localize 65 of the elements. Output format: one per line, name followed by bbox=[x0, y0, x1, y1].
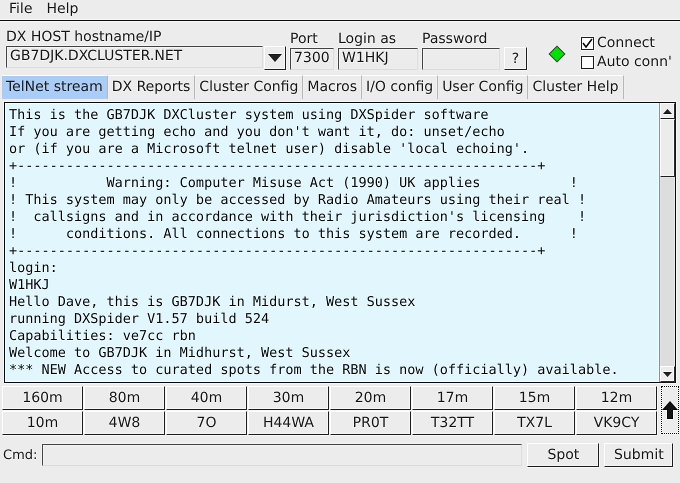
band-button[interactable]: PR0T bbox=[330, 411, 411, 435]
stream-line: *** NEW Access to curated spots from the RBN is now (officially) available. bbox=[9, 362, 620, 379]
stream-line: Welcome to GB7DJK in Midhurst, West Sussex bbox=[9, 345, 352, 362]
stream-line: ! conditions. All connections to this system are recorded. ! bbox=[9, 226, 579, 243]
port-label: Port bbox=[290, 31, 319, 48]
band-button[interactable]: 17m bbox=[412, 386, 493, 410]
band-button[interactable]: H44WA bbox=[248, 411, 329, 435]
password-field[interactable] bbox=[422, 48, 500, 70]
stream-line: W1HKJ bbox=[9, 277, 51, 294]
scroll-up-icon bbox=[663, 108, 672, 114]
band-button[interactable]: 10m bbox=[2, 411, 83, 435]
band-button[interactable]: 15m bbox=[494, 386, 575, 410]
tab[interactable]: I/O config bbox=[362, 75, 438, 99]
tab[interactable]: User Config bbox=[438, 75, 528, 99]
band-button[interactable]: 30m bbox=[248, 386, 329, 410]
band-button[interactable]: 4W8 bbox=[84, 411, 165, 435]
host-label: DX HOST hostname/IP bbox=[6, 29, 162, 46]
band-button[interactable]: TX7L bbox=[494, 411, 575, 435]
band-button[interactable]: 12m bbox=[576, 386, 657, 410]
checkmark-icon bbox=[582, 38, 593, 49]
command-label: Cmd: bbox=[3, 446, 38, 464]
caret-icon bbox=[268, 54, 282, 62]
tab[interactable]: Cluster Help bbox=[528, 75, 624, 99]
scroll-top-button[interactable] bbox=[661, 386, 679, 434]
menu-item[interactable]: File bbox=[4, 0, 38, 20]
host-field[interactable]: GB7DJK.DXCLUSTER.NET bbox=[6, 46, 263, 68]
stream-line: Capabilities: ve7cc rbn bbox=[9, 328, 197, 345]
scroll-thumb[interactable] bbox=[660, 119, 675, 177]
option-checkbox[interactable]: Auto conn' bbox=[581, 53, 672, 72]
stream-line: or (if you are a Microsoft telnet user) disable 'local echoing'. bbox=[9, 141, 530, 158]
password-label: Password bbox=[422, 31, 488, 48]
scrollbar[interactable] bbox=[659, 103, 675, 382]
band-button[interactable]: 160m bbox=[2, 386, 83, 410]
band-button[interactable]: 20m bbox=[330, 386, 411, 410]
menu-item[interactable]: Help bbox=[41, 0, 84, 20]
stream-line: running DXSpider V1.57 build 524 bbox=[9, 311, 270, 328]
tab[interactable]: DX Reports bbox=[108, 75, 196, 99]
login-label: Login as bbox=[338, 31, 398, 48]
scroll-down-icon bbox=[663, 372, 672, 376]
band-button[interactable]: 7O bbox=[166, 411, 247, 435]
stream-line: This is the GB7DJK DXCluster system using DXSpider software bbox=[9, 107, 490, 124]
command-button[interactable]: Spot bbox=[527, 443, 600, 467]
band-button[interactable]: T32TT bbox=[412, 411, 493, 435]
stream-line: +----------------------------------------------------------------+ bbox=[9, 243, 546, 260]
stream-line: login: bbox=[9, 260, 59, 277]
tab[interactable]: Cluster Config bbox=[195, 75, 304, 99]
stream-line: ! This system may only be accessed by Radio Amateurs using their real ! bbox=[9, 192, 588, 209]
tab[interactable]: Macros bbox=[303, 75, 362, 99]
stream-line: Hello Dave, this is GB7DJK in Midurst, West Sussex bbox=[9, 294, 416, 311]
command-field[interactable] bbox=[42, 444, 522, 466]
band-button[interactable]: VK9CY bbox=[576, 411, 657, 435]
band-button[interactable]: 40m bbox=[166, 386, 247, 410]
up-arrow-icon bbox=[662, 401, 678, 419]
stream-line: +----------------------------------------------------------------+ bbox=[9, 158, 546, 175]
command-button[interactable]: Submit bbox=[604, 443, 674, 467]
dropdown-button[interactable] bbox=[264, 46, 286, 70]
band-button[interactable]: 80m bbox=[84, 386, 165, 410]
stream-line: ! Warning: Computer Misuse Act (1990) UK applies ! bbox=[9, 175, 579, 192]
stream-line: If you are getting echo and you don't want it, do: unset/echo bbox=[9, 124, 506, 141]
tab[interactable]: TelNet stream bbox=[2, 75, 108, 99]
stream-line: ! callsigns and in accordance with their jurisdiction's licensing ! bbox=[9, 209, 588, 226]
login-field[interactable]: W1HKJ bbox=[338, 48, 418, 70]
help-button[interactable]: ? bbox=[504, 47, 527, 70]
option-checkbox[interactable]: Connect bbox=[581, 34, 672, 53]
port-field[interactable]: 7300 bbox=[290, 48, 334, 70]
